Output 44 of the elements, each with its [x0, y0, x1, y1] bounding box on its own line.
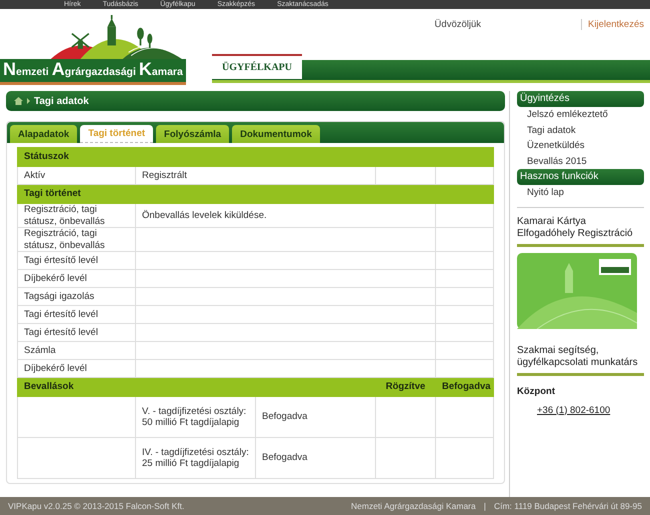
chevron-icon	[27, 98, 30, 104]
portal-tab[interactable]: ÜGYFÉLKAPU	[212, 54, 302, 79]
tab[interactable]: Alapadatok	[10, 125, 78, 143]
tab[interactable]: Folyószámla	[156, 125, 230, 143]
table-cell: IV. - tagdíjfizetési osztály: 25 millió Ft tagdíjalapig	[136, 438, 256, 478]
sidebar-link[interactable]: Nyitó lap	[517, 185, 644, 200]
table-cell: Befogadva	[256, 396, 376, 438]
sidebar-heading: Hasznos funkciók	[517, 169, 644, 185]
footer-copyright: VIPKapu v2.0.25 © 2013-2015 Falcon-Soft Kft.	[8, 501, 184, 511]
footer-text: Cím: 1119 Budapest Fehérvári út 89-95	[494, 501, 642, 511]
table-cell: Tagi történet	[18, 184, 494, 204]
footer-text: Nemzeti Agrárgazdasági Kamara	[351, 501, 476, 511]
table-cell: Státuszok	[18, 148, 494, 166]
table-cell: Befogadva	[436, 378, 494, 396]
table-cell: Rögzítve	[376, 378, 436, 396]
table-cell: Befogadva	[256, 438, 376, 478]
sidebar-link[interactable]: Üzenetküldés	[517, 138, 644, 154]
logout-link[interactable]: Kijelentkezés	[581, 18, 650, 30]
sidebar-link[interactable]: Bevallás 2015	[517, 154, 644, 169]
table-cell: Tagi értesítő levél	[18, 324, 136, 342]
table-cell: Regisztráció, tagi státusz, önbevallás	[18, 228, 136, 252]
table-cell: Díjbekérő levél	[18, 270, 136, 288]
breadcrumb-current: Tagi adatok	[34, 96, 89, 106]
sidebar-link[interactable]: Jelszó emlékeztető	[517, 107, 644, 122]
help-heading: Szakmai segítség, ügyfélkapcsolati munkatárs	[517, 344, 639, 368]
table-cell: Önbevallás levelek kiküldése.	[136, 204, 436, 228]
home-icon[interactable]	[14, 97, 23, 105]
logo-wordmark: Nemzeti Agrárgazdasági Kamara	[0, 59, 186, 85]
welcome-text: Üdvözöljük	[434, 18, 482, 30]
table-cell: Tagsági igazolás	[18, 288, 136, 306]
sidebar-link[interactable]: Tagi adatok	[517, 122, 644, 138]
footer-text: |	[484, 501, 486, 511]
table-cell: Tagi értesítő levél	[18, 306, 136, 324]
sidebar-heading: Ügyintézés	[517, 91, 644, 107]
tab[interactable]: Dokumentumok	[232, 125, 320, 143]
contact-label: Központ	[517, 386, 556, 396]
promo-link[interactable]: Kamarai Kártya Elfogadóhely Regisztráció	[517, 216, 644, 240]
table-cell: Bevallások	[18, 378, 376, 396]
card-image-drawing[interactable]	[517, 252, 639, 328]
phone-link[interactable]: +36 (1) 802-6100	[537, 404, 644, 416]
table-cell: V. - tagdíjfizetési osztály: 50 millió Ft tagdíjalapig	[136, 396, 256, 438]
table-cell: Tagi értesítő levél	[18, 252, 136, 270]
table-cell: Regisztráció, tagi státusz, önbevallás	[18, 204, 136, 228]
table-cell: Számla	[18, 342, 136, 360]
